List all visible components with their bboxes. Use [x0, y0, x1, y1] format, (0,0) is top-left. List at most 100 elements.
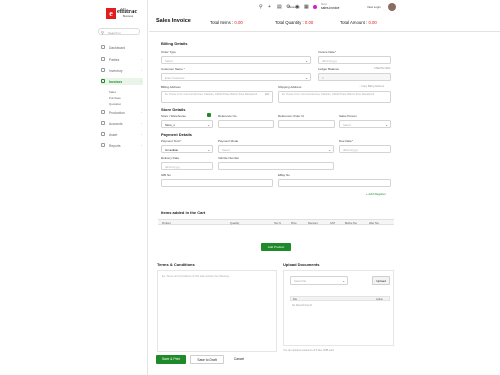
customer-name-placeholder: Enter Customer: [165, 76, 185, 80]
store-section-title: Store Details: [161, 107, 186, 112]
total-amount: Total Amount : 0.00: [340, 20, 377, 25]
billing-address-label: Billing Address: [161, 85, 181, 89]
sidebar-item-label: Reports: [109, 143, 121, 148]
invoice-date-field[interactable]: dd/mm/yyyy: [318, 56, 391, 64]
upload-button[interactable]: Upload: [372, 276, 390, 285]
apps-grid-icon[interactable]: ▦: [304, 4, 309, 10]
column-header: After Tax: [369, 221, 379, 225]
asset-icon: [101, 132, 105, 136]
payment-mode-select[interactable]: Select ⌄: [218, 145, 334, 153]
search-icon[interactable]: ⚲: [259, 4, 263, 10]
chevron-right-icon: ›: [141, 57, 142, 61]
sidebar-item-reports[interactable]: Reports ›: [101, 142, 143, 149]
copy-billing-checkbox[interactable]: ○ Copy Billing Address: [359, 85, 384, 88]
warehouse-label: Store / Warehouse: [161, 114, 186, 118]
warehouse-select[interactable]: Store_1 ⌄: [161, 120, 213, 128]
terms-placeholder: Ex. Terms and Conditions of this sale in…: [162, 275, 231, 278]
sales-person-select[interactable]: Select ⌄: [339, 120, 391, 128]
sidebar-item-accounts[interactable]: Accounts ›: [101, 120, 143, 127]
chevron-right-icon: ›: [141, 143, 142, 147]
store-name[interactable]: sales-invoice: [321, 6, 339, 10]
column-header: Before Tax: [345, 221, 357, 225]
shipping-address-field[interactable]: Ex: House # 01, Commercial Area, Pakista…: [278, 91, 391, 103]
sidebar-item-dashboard[interactable]: Dashboard: [101, 44, 143, 51]
users-icon: [101, 57, 105, 61]
order-type-select[interactable]: Select ⌄: [161, 56, 311, 64]
ebay-no-field[interactable]: [278, 179, 391, 187]
add-icon[interactable]: +: [268, 4, 271, 10]
items-table-header: Product Quantity Tax % Price Discount GS…: [158, 219, 394, 225]
sidebar-item-label: Asset: [109, 132, 118, 137]
chevron-right-icon: ›: [141, 68, 142, 72]
column-header: Price: [291, 221, 297, 225]
cancel-button[interactable]: Cancel: [228, 355, 250, 364]
files-empty-text: No Record Found: [292, 304, 312, 307]
upload-title: Upload Documents: [283, 262, 320, 267]
calculator-icon[interactable]: ▤: [277, 4, 282, 10]
terms-title: Terms & Conditions: [157, 262, 195, 267]
sidebar-item-label: Invoices: [109, 79, 123, 84]
user-menu-label[interactable]: View Login: [367, 5, 381, 9]
column-header: File: [293, 297, 298, 301]
chevron-down-icon: ⌄: [207, 148, 210, 152]
vehicle-number-label: Vehicle Number: [218, 156, 240, 160]
shipping-address-placeholder: Ex: House # 01, Commercial Area, Pakista…: [282, 93, 375, 96]
sidebar-subitem-sales[interactable]: Sales: [109, 90, 116, 94]
upload-file-select[interactable]: Select file ⌄: [290, 276, 348, 285]
brand-logo[interactable]: e effitrac Business: [106, 8, 138, 20]
add-more-link[interactable]: + Add Register: [366, 192, 386, 196]
vehicle-number-field[interactable]: [218, 162, 334, 170]
gbi-no-field[interactable]: [161, 179, 273, 187]
terms-textarea[interactable]: Ex. Terms and Conditions of this sale in…: [157, 270, 277, 352]
customer-name-select[interactable]: Enter Customer ⌄: [161, 73, 311, 81]
sidebar-subitem-purchase[interactable]: Purchase: [109, 96, 121, 100]
avatar[interactable]: [388, 3, 396, 11]
checkbox-checked-icon[interactable]: [207, 113, 211, 117]
due-date-field[interactable]: dd/mm/yyyy: [339, 145, 391, 153]
payment-term-select[interactable]: Immediate ⌄: [161, 145, 213, 153]
logo-mark: e: [106, 8, 116, 19]
wallet-icon: [101, 121, 105, 125]
box-icon: [101, 68, 105, 72]
reference-order-field[interactable]: [278, 120, 335, 128]
sidebar-item-asset[interactable]: Asset ›: [101, 131, 143, 138]
page-title: Sales Invoice: [156, 18, 191, 24]
delivery-date-field[interactable]: dd/mm/yyyy: [161, 162, 213, 170]
reference-no-label: Reference No: [218, 114, 237, 118]
payment-term-label: Payment Term*: [161, 139, 182, 143]
create-new-link[interactable]: CREATE NEW: [374, 67, 390, 70]
ledger-balance-label: Ledger Balance: [318, 67, 340, 71]
save-draft-button[interactable]: Save to Draft: [190, 355, 224, 364]
sales-person-label: Sales Person: [339, 114, 357, 118]
billing-address-field[interactable]: Ex: House # 01, Commercial Area, Pakista…: [161, 91, 273, 103]
ledger-balance-value: 0: [322, 76, 324, 80]
due-date-label: Due Date*: [339, 139, 353, 143]
column-header: Tax %: [274, 221, 281, 225]
sidebar-item-label: Production: [109, 110, 125, 115]
gbi-no-label: GBI No: [161, 173, 171, 177]
ledger-balance-field: 0: [318, 73, 391, 81]
invoice-date-placeholder: dd/mm/yyyy: [322, 59, 337, 63]
header-divider: [149, 31, 500, 32]
save-print-button[interactable]: Save & Print: [156, 355, 186, 364]
billing-section-title: Billing Details: [161, 41, 188, 46]
sidebar-search[interactable]: ⚲ Search in: [98, 28, 140, 35]
reference-no-field[interactable]: [218, 120, 274, 128]
sidebar-subitem-quotation[interactable]: Quotation: [109, 102, 121, 106]
store-selector-label[interactable]: Store(s): [289, 5, 300, 9]
total-items-label: Total Items :: [210, 20, 234, 25]
delivery-date-placeholder: dd/mm/yyyy: [165, 165, 180, 169]
sidebar-item-inventory[interactable]: Inventory ›: [101, 67, 143, 74]
column-header: Quantity: [230, 221, 240, 225]
sidebar-item-label: Parties: [109, 57, 120, 62]
payment-term-value: Immediate: [165, 148, 179, 152]
factory-icon: [101, 110, 105, 114]
payment-section-title: Payment Details: [161, 132, 192, 137]
sidebar-item-production[interactable]: Production ›: [101, 109, 143, 116]
sidebar-item-invoices[interactable]: Invoices ⌄: [101, 78, 143, 85]
add-product-button[interactable]: Add Product: [261, 243, 291, 251]
billing-edit-link[interactable]: Edit: [265, 93, 269, 96]
sidebar-item-parties[interactable]: Parties ›: [101, 56, 143, 63]
billing-address-placeholder: Ex: House # 01, Commercial Area, Pakista…: [165, 93, 258, 96]
total-quantity-label: Total Quantity :: [275, 20, 304, 25]
